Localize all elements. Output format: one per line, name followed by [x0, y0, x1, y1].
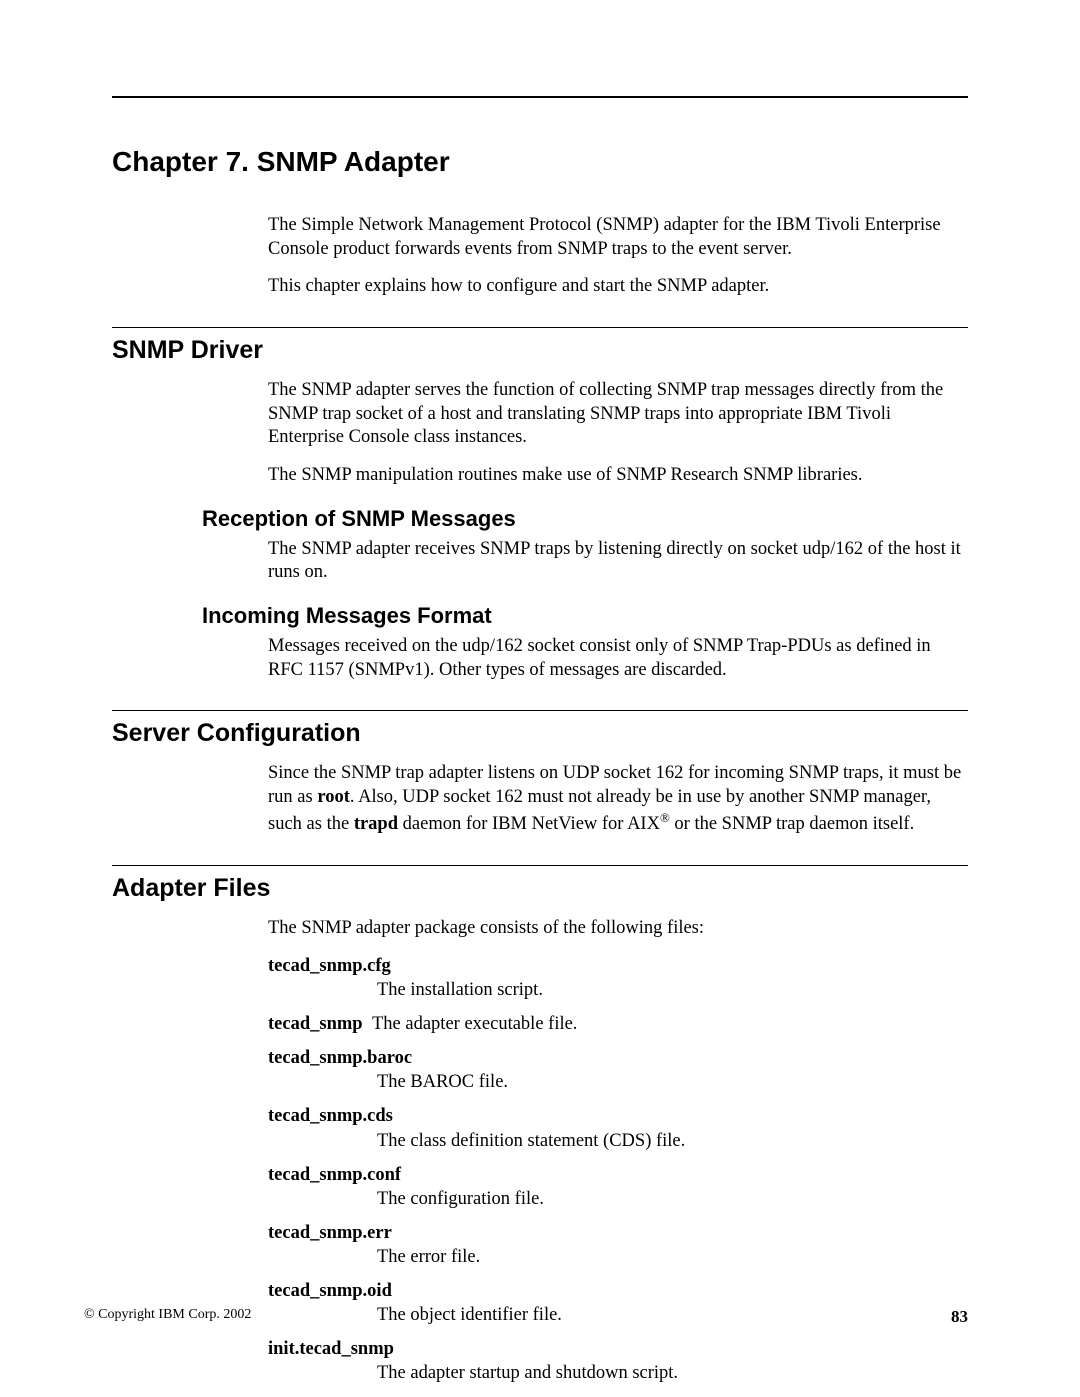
- bold-text: root: [317, 787, 350, 807]
- definition-description: The class definition statement (CDS) fil…: [377, 1129, 968, 1153]
- bold-text: trapd: [354, 814, 398, 834]
- definition-description: The adapter executable file.: [372, 1012, 577, 1036]
- paragraph: The Simple Network Management Protocol (…: [268, 214, 968, 261]
- paragraph: Since the SNMP trap adapter listens on U…: [268, 762, 968, 836]
- page: Chapter 7. SNMP Adapter The Simple Netwo…: [0, 0, 1080, 1397]
- registered-icon: ®: [660, 810, 670, 825]
- definition-term: init.tecad_snmp: [268, 1337, 968, 1361]
- definition-description: The error file.: [377, 1245, 968, 1269]
- section-heading: Adapter Files: [112, 874, 968, 903]
- subsection-body: Messages received on the udp/162 socket …: [268, 635, 968, 682]
- section-rule: [112, 327, 968, 328]
- chapter-title: Chapter 7. SNMP Adapter: [112, 146, 968, 178]
- definition-term: tecad_snmp.cds: [268, 1104, 968, 1128]
- subsection-heading: Reception of SNMP Messages: [202, 506, 968, 532]
- chapter-intro: The Simple Network Management Protocol (…: [268, 214, 968, 299]
- section-body: The SNMP adapter serves the function of …: [268, 379, 968, 488]
- definition-item: tecad_snmpThe adapter executable file.: [268, 1012, 968, 1036]
- definition-item: tecad_snmp.errThe error file.: [268, 1221, 968, 1269]
- page-number: 83: [951, 1307, 968, 1327]
- definition-term: tecad_snmp.baroc: [268, 1046, 968, 1070]
- section-heading: SNMP Driver: [112, 336, 968, 365]
- definition-term: tecad_snmp.err: [268, 1221, 968, 1245]
- definition-item: tecad_snmp.cdsThe class definition state…: [268, 1104, 968, 1152]
- page-footer: © Copyright IBM Corp. 2002 83: [84, 1307, 968, 1327]
- paragraph: The SNMP manipulation routines make use …: [268, 464, 968, 488]
- subsection-body: The SNMP adapter receives SNMP traps by …: [268, 538, 968, 585]
- definition-description: The configuration file.: [377, 1187, 968, 1211]
- section-rule: [112, 710, 968, 711]
- definition-item: tecad_snmp.cfgThe installation script.: [268, 954, 968, 1002]
- text: daemon for IBM NetView for AIX: [398, 814, 660, 834]
- definition-item: tecad_snmp.barocThe BAROC file.: [268, 1046, 968, 1094]
- paragraph: Messages received on the udp/162 socket …: [268, 635, 968, 682]
- definition-term: tecad_snmp.cfg: [268, 954, 968, 978]
- definition-description: The adapter startup and shutdown script.: [377, 1361, 968, 1385]
- paragraph: The SNMP adapter package consists of the…: [268, 917, 968, 941]
- definition-item: tecad_snmp.confThe configuration file.: [268, 1163, 968, 1211]
- paragraph: The SNMP adapter receives SNMP traps by …: [268, 538, 968, 585]
- definition-item: init.tecad_snmpThe adapter startup and s…: [268, 1337, 968, 1385]
- definition-term: tecad_snmp: [268, 1012, 372, 1036]
- section-heading: Server Configuration: [112, 719, 968, 748]
- definition-description: The BAROC file.: [377, 1070, 968, 1094]
- copyright: © Copyright IBM Corp. 2002: [84, 1307, 251, 1323]
- subsection-heading: Incoming Messages Format: [202, 603, 968, 629]
- text: or the SNMP trap daemon itself.: [670, 814, 914, 834]
- top-rule: [112, 96, 968, 98]
- paragraph: This chapter explains how to configure a…: [268, 275, 968, 299]
- section-body: Since the SNMP trap adapter listens on U…: [268, 762, 968, 836]
- section-rule: [112, 865, 968, 866]
- definition-term: tecad_snmp.oid: [268, 1279, 968, 1303]
- definition-description: The installation script.: [377, 978, 968, 1002]
- paragraph: The SNMP adapter serves the function of …: [268, 379, 968, 450]
- definition-term: tecad_snmp.conf: [268, 1163, 968, 1187]
